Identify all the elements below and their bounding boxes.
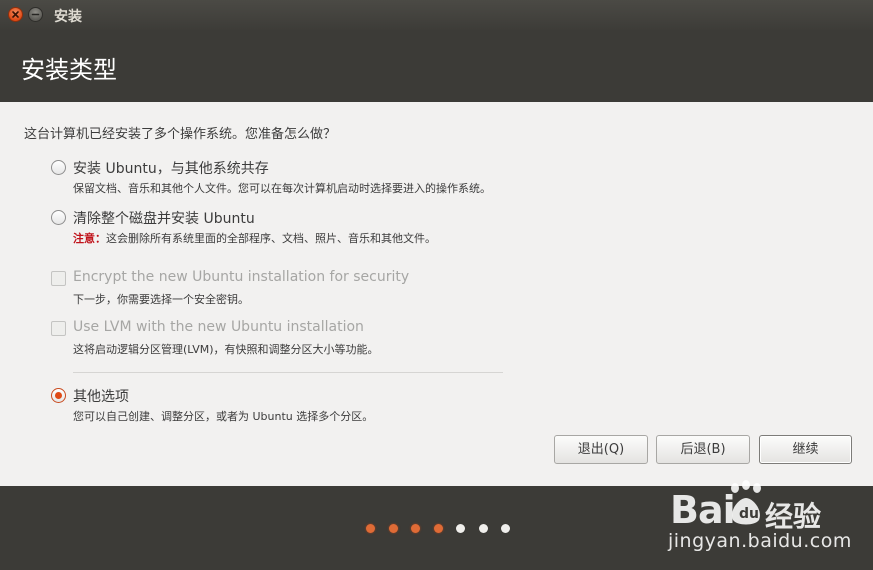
radio-install-alongside[interactable] <box>51 160 66 175</box>
title-bar: 安装 <box>0 0 873 30</box>
progress-dot <box>388 524 398 533</box>
page-title: 安装类型 <box>21 56 117 84</box>
radio-something-else[interactable] <box>51 388 66 403</box>
question-text: 这台计算机已经安装了多个操作系统。您准备怎么做？ <box>24 127 337 142</box>
progress-dot <box>501 524 510 533</box>
quit-button[interactable]: 退出(Q) <box>554 435 648 464</box>
minimize-icon <box>31 13 40 16</box>
back-button[interactable]: 后退(B) <box>656 435 750 464</box>
footer <box>0 486 873 570</box>
window-title: 安装 <box>54 9 82 25</box>
option-label: Encrypt the new Ubuntu installation for … <box>73 269 410 285</box>
content-area: 这台计算机已经安装了多个操作系统。您准备怎么做？ 安装 Ubuntu，与其他系统… <box>0 102 873 486</box>
warning-text: 这会删除所有系统里面的全部程序、文档、照片、音乐和其他文件。 <box>106 232 436 245</box>
warning-label: 注意： <box>73 232 106 245</box>
progress-dot <box>456 524 465 533</box>
option-label[interactable]: 安装 Ubuntu，与其他系统共存 <box>73 158 269 178</box>
checkbox-lvm <box>51 321 66 336</box>
close-icon <box>12 11 19 18</box>
installer-window: 安装 安装类型 这台计算机已经安装了多个操作系统。您准备怎么做？ 安装 Ubun… <box>0 0 873 570</box>
minimize-window-button[interactable] <box>28 7 43 22</box>
option-label: Use LVM with the new Ubuntu installation <box>73 319 364 335</box>
option-label[interactable]: 清除整个磁盘并安装 Ubuntu <box>73 208 255 228</box>
continue-button[interactable]: 继续 <box>759 435 852 464</box>
option-description: 保留文档、音乐和其他个人文件。您可以在每次计算机启动时选择要进入的操作系统。 <box>73 182 491 195</box>
option-description: 这将启动逻辑分区管理(LVM)，有快照和调整分区大小等功能。 <box>73 343 379 356</box>
option-description: 您可以自己创建、调整分区，或者为 Ubuntu 选择多个分区。 <box>73 410 374 423</box>
progress-dot <box>433 524 443 533</box>
progress-dot <box>366 524 375 533</box>
progress-dot <box>478 524 488 533</box>
close-window-button[interactable] <box>8 7 23 22</box>
option-description: 注意：这会删除所有系统里面的全部程序、文档、照片、音乐和其他文件。 <box>73 230 436 246</box>
option-description: 下一步，你需要选择一个安全密钥。 <box>73 293 249 306</box>
progress-dot <box>411 524 420 533</box>
checkbox-encrypt <box>51 271 66 286</box>
page-header: 安装类型 <box>0 30 873 102</box>
radio-erase-disk[interactable] <box>51 210 66 225</box>
separator <box>73 372 503 373</box>
option-label[interactable]: 其他选项 <box>73 386 129 406</box>
